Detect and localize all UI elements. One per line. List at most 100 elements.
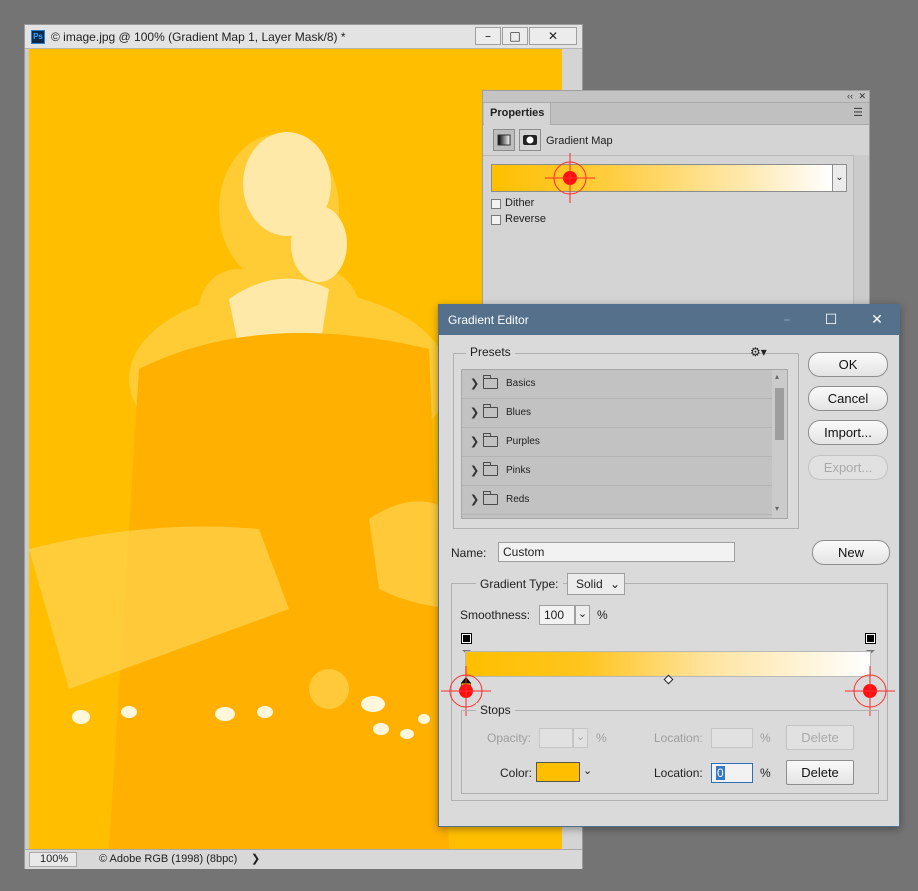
preset-label: Pinks <box>506 465 531 476</box>
preset-label: Reds <box>506 494 530 505</box>
folder-icon <box>483 375 498 389</box>
color-label: Color: <box>500 766 533 780</box>
opacity-stop-left[interactable] <box>461 633 472 654</box>
presets-list: ❯ Basics ❯ Blues ❯ Purples ❯ Pinks ❯ Red… <box>461 369 788 519</box>
layer-mask-icon[interactable] <box>519 129 541 151</box>
collapse-icon[interactable]: ‹‹ <box>847 91 853 101</box>
presets-scrollbar[interactable]: ▴ ▾ <box>772 370 787 518</box>
status-menu-arrow-icon[interactable]: ❯ <box>251 852 260 865</box>
list-item[interactable]: ❯ Pinks <box>462 457 774 486</box>
opacity-stop-right[interactable] <box>865 633 876 654</box>
gradient-type-label: Gradient Type: <box>476 577 563 591</box>
gradient-dropdown-chevron-icon[interactable]: ⌄ <box>833 164 847 192</box>
opacity-field <box>539 728 573 748</box>
opacity-delete-button: Delete <box>786 725 854 750</box>
ok-button[interactable]: OK <box>808 352 888 377</box>
minimize-button[interactable]: – <box>475 27 501 45</box>
tab-properties[interactable]: Properties <box>484 103 552 125</box>
list-item[interactable]: ❯ Blues <box>462 399 774 428</box>
dialog-title-bar[interactable]: Gradient Editor – ☐ ✕ <box>439 305 899 335</box>
divider <box>483 155 853 156</box>
import-button[interactable]: Import... <box>808 420 888 445</box>
scroll-thumb[interactable] <box>775 388 784 440</box>
chevron-right-icon[interactable]: ❯ <box>470 406 479 419</box>
chevron-right-icon[interactable]: ❯ <box>470 464 479 477</box>
presets-label: Presets <box>466 345 515 359</box>
photoshop-icon: Ps <box>31 30 45 44</box>
click-target-marker-icon <box>545 153 595 203</box>
panel-tab-row: Properties ☰ <box>483 103 869 125</box>
chevron-right-icon[interactable]: ❯ <box>470 435 479 448</box>
color-delete-button[interactable]: Delete <box>786 760 854 785</box>
panel-menu-icon[interactable]: ☰ <box>853 108 863 119</box>
adjustment-name: Gradient Map <box>546 135 613 147</box>
opacity-location-label: Location: <box>654 731 703 745</box>
smoothness-dropdown-icon[interactable]: ⌄ <box>575 605 590 625</box>
preset-label: Basics <box>506 378 536 389</box>
color-location-percent: % <box>760 766 771 780</box>
new-button[interactable]: New <box>812 540 890 565</box>
cancel-button[interactable]: Cancel <box>808 386 888 411</box>
opacity-label: Opacity: <box>487 731 532 745</box>
reverse-label: Reverse <box>505 213 546 225</box>
stops-label: Stops <box>476 703 515 717</box>
chevron-down-icon: ⌄ <box>609 577 620 591</box>
properties-panel: ‹‹ ✕ Properties ☰ Gradient Map ⌄ Dither … <box>482 90 870 310</box>
color-dropdown-chevron-icon[interactable]: ⌄ <box>583 764 592 777</box>
restore-button[interactable]: □ <box>502 27 528 45</box>
panel-collapse-bar[interactable]: ‹‹ ✕ <box>483 91 869 103</box>
list-item[interactable]: ❯ Basics <box>462 370 774 399</box>
dialog-close-icon[interactable]: ✕ <box>866 309 888 331</box>
dither-checkbox[interactable] <box>491 199 501 209</box>
adjustment-icons <box>493 129 541 151</box>
presets-gear-icon[interactable]: ⚙▾ <box>750 345 767 359</box>
zoom-field[interactable]: 100% <box>29 852 77 867</box>
dialog-minimize-icon: – <box>783 312 791 328</box>
smoothness-percent: % <box>597 608 608 622</box>
document-title-bar[interactable]: Ps © image.jpg @ 100% (Gradient Map 1, L… <box>25 25 582 49</box>
location-value: 0 <box>716 766 725 780</box>
name-label: Name: <box>451 546 487 560</box>
color-location-label: Location: <box>654 766 703 780</box>
gradient-editor-dialog: Gradient Editor – ☐ ✕ Presets ⚙▾ ❯ Basic… <box>438 304 900 827</box>
chevron-right-icon[interactable]: ❯ <box>470 493 479 506</box>
close-button[interactable]: ✕ <box>529 27 577 45</box>
document-title: © image.jpg @ 100% (Gradient Map 1, Laye… <box>51 30 346 44</box>
scroll-up-icon[interactable]: ▴ <box>775 372 779 381</box>
restore-icon: □ <box>509 29 521 43</box>
close-icon: ✕ <box>547 29 559 43</box>
click-target-marker-icon <box>845 666 895 716</box>
opacity-percent: % <box>596 731 607 745</box>
dialog-maximize-icon[interactable]: ☐ <box>820 309 842 331</box>
folder-icon <box>483 491 498 505</box>
opacity-location-percent: % <box>760 731 771 745</box>
dialog-title: Gradient Editor <box>448 313 529 327</box>
gradient-map-icon[interactable] <box>493 129 515 151</box>
list-item[interactable]: ❯ Purples <box>462 428 774 457</box>
dither-label: Dither <box>505 197 535 209</box>
smoothness-label: Smoothness: <box>460 608 531 622</box>
preset-label: Purples <box>506 436 540 447</box>
minimize-icon: – <box>485 29 491 43</box>
gradient-preview[interactable] <box>491 164 833 192</box>
folder-icon <box>483 404 498 418</box>
scroll-down-icon[interactable]: ▾ <box>775 504 779 513</box>
reverse-checkbox[interactable] <box>491 215 501 225</box>
folder-icon <box>483 433 498 447</box>
panel-close-icon[interactable]: ✕ <box>858 91 866 102</box>
smoothness-field[interactable]: 100 <box>539 605 575 625</box>
name-field[interactable]: Custom <box>498 542 735 562</box>
color-profile: © Adobe RGB (1998) (8bpc) <box>99 853 238 865</box>
stop-color-swatch[interactable] <box>536 762 580 782</box>
panel-scrollbar[interactable] <box>853 155 869 309</box>
folder-icon <box>483 462 498 476</box>
list-item[interactable]: ❯ Reds <box>462 486 774 515</box>
opacity-location-field <box>711 728 753 748</box>
gradient-type-select[interactable]: Solid ⌄ <box>567 573 625 595</box>
gradient-type-value: Solid <box>576 577 603 591</box>
status-bar: 100% © Adobe RGB (1998) (8bpc) ❯ <box>25 849 582 869</box>
color-location-field[interactable]: 0 <box>711 763 753 783</box>
chevron-right-icon[interactable]: ❯ <box>470 377 479 390</box>
opacity-dropdown-icon: ⌄ <box>573 728 588 748</box>
export-button[interactable]: Export... <box>808 455 888 480</box>
